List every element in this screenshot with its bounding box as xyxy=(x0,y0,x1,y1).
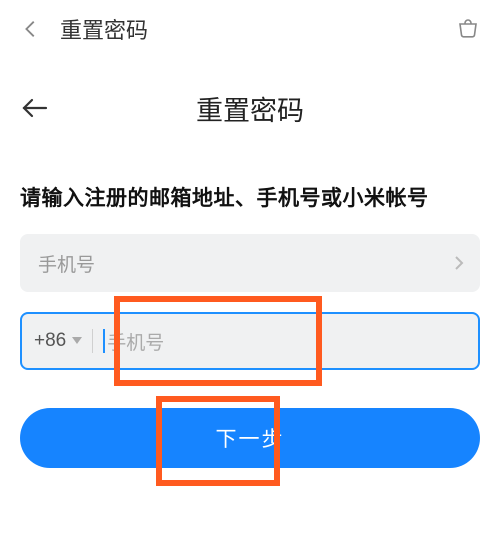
selector-label: 手机号 xyxy=(38,250,95,277)
country-code[interactable]: +86 xyxy=(34,330,66,352)
chevron-down-icon[interactable] xyxy=(72,337,82,345)
cart-icon[interactable] xyxy=(456,18,480,42)
page-header: 重置密码 xyxy=(20,86,480,130)
text-cursor xyxy=(103,329,105,353)
back-arrow-icon[interactable] xyxy=(20,96,50,120)
page-title: 重置密码 xyxy=(196,89,304,128)
top-bar-title: 重置密码 xyxy=(60,13,148,45)
account-type-selector[interactable]: 手机号 xyxy=(20,234,480,292)
instruction-text: 请输入注册的邮箱地址、手机号或小米帐号 xyxy=(20,182,480,212)
system-top-bar: 重置密码 xyxy=(0,0,500,58)
phone-placeholder: 手机号 xyxy=(107,328,164,355)
back-chevron-icon[interactable] xyxy=(20,18,42,40)
vertical-divider xyxy=(92,329,93,353)
chevron-right-icon xyxy=(454,255,464,271)
next-button[interactable]: 下一步 xyxy=(20,408,480,468)
phone-input-row[interactable]: +86 手机号 xyxy=(20,312,480,370)
